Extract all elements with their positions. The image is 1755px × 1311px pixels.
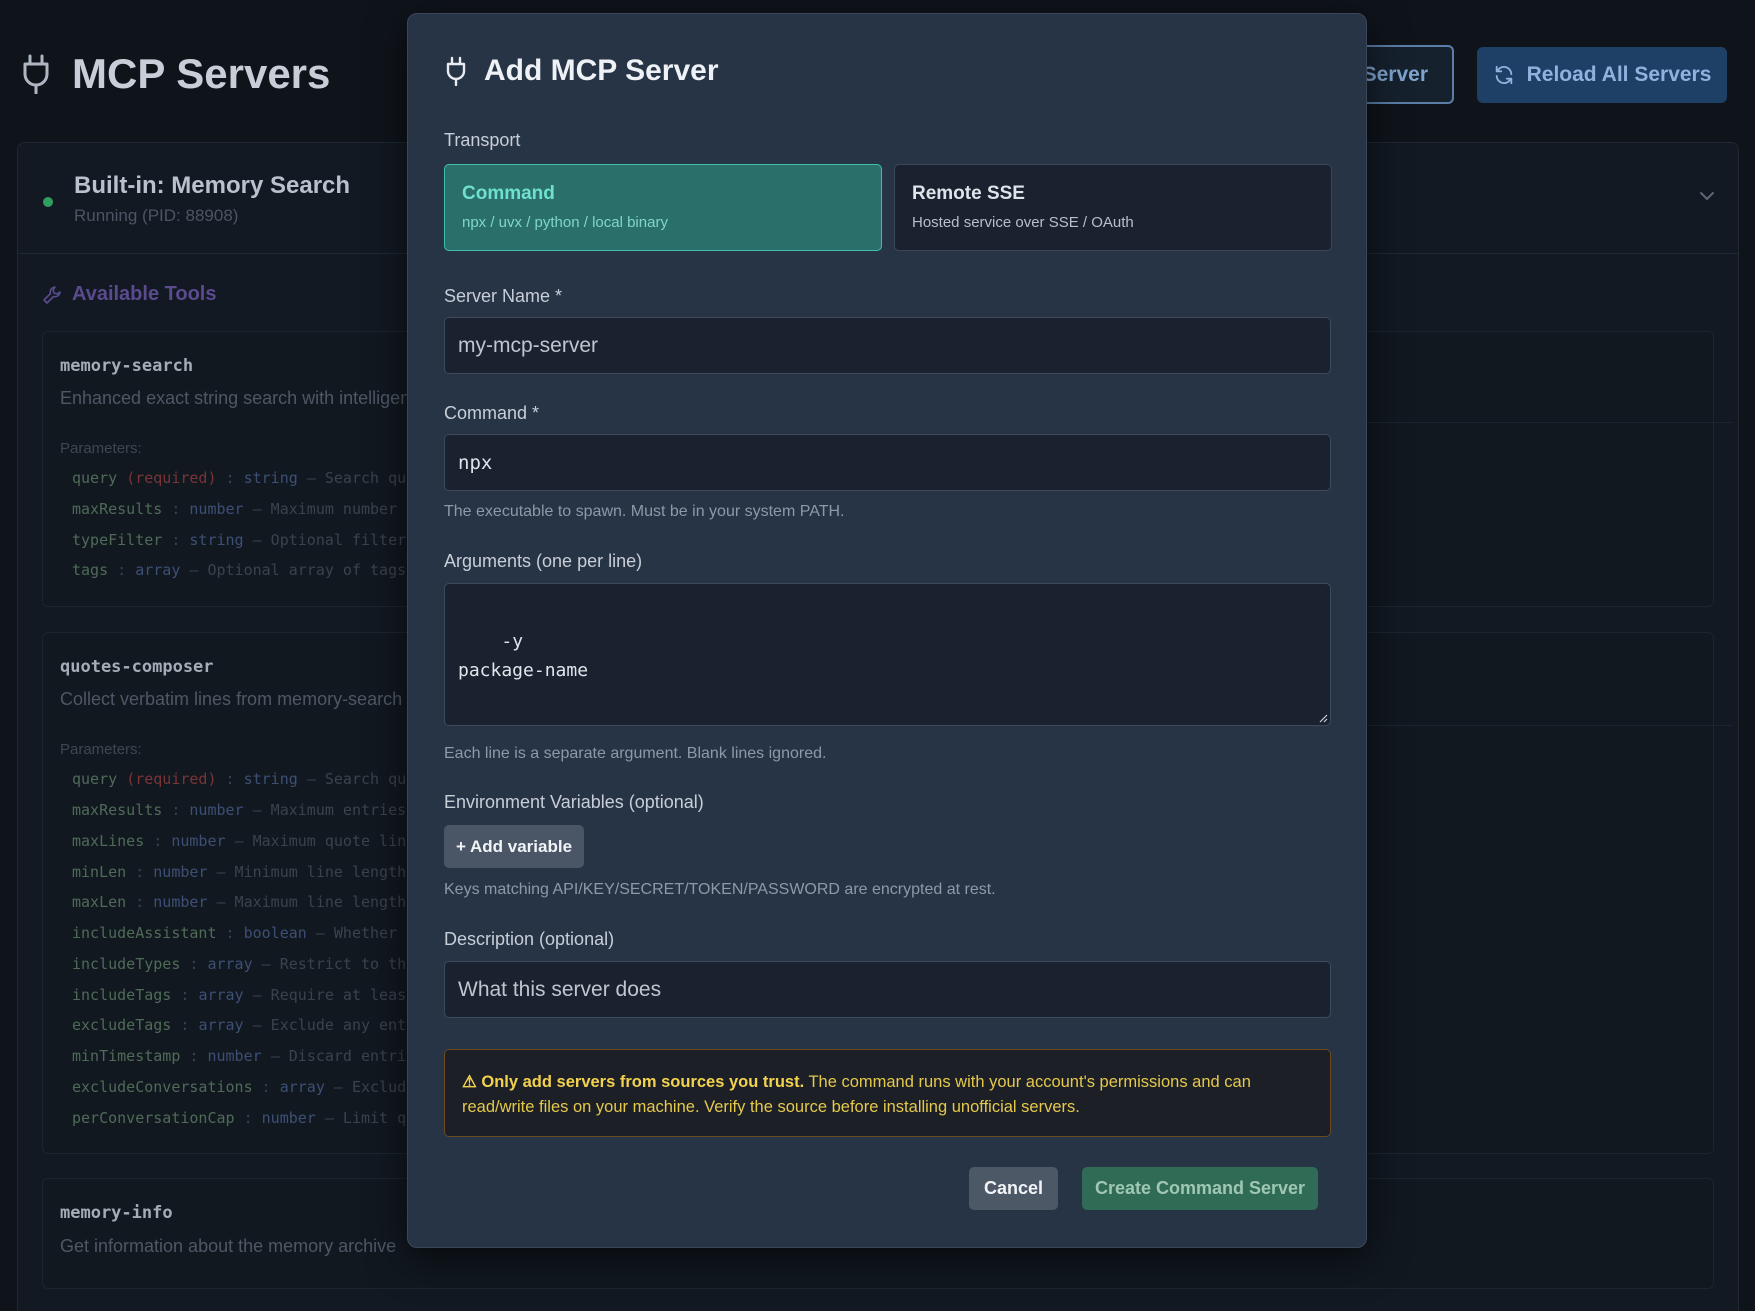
transport-option-command[interactable]: Command npx / uvx / python / local binar… bbox=[444, 164, 882, 251]
server-name-input[interactable]: my-mcp-server bbox=[444, 317, 1331, 374]
command-input[interactable]: npx bbox=[444, 434, 1331, 491]
add-mcp-server-modal: Add MCP Server Transport Command npx / u… bbox=[407, 13, 1367, 1248]
modal-title: Add MCP Server bbox=[446, 54, 719, 88]
transport-label: Transport bbox=[444, 130, 521, 150]
arguments-label: Arguments (one per line) bbox=[444, 551, 643, 571]
cancel-button[interactable]: Cancel bbox=[969, 1167, 1058, 1210]
arguments-hint: Each line is a separate argument. Blank … bbox=[444, 745, 827, 762]
command-label: Command * bbox=[444, 403, 540, 423]
transport-option-remote-sse[interactable]: Remote SSE Hosted service over SSE / OAu… bbox=[894, 164, 1332, 251]
command-hint: The executable to spawn. Must be in your… bbox=[444, 503, 845, 520]
option-subtitle: npx / uvx / python / local binary bbox=[462, 214, 668, 231]
server-name-label: Server Name * bbox=[444, 286, 563, 306]
description-input[interactable]: What this server does bbox=[444, 961, 1331, 1018]
option-subtitle: Hosted service over SSE / OAuth bbox=[912, 214, 1134, 231]
trust-warning: ⚠ Only add servers from sources you trus… bbox=[444, 1049, 1331, 1137]
arguments-value: -y package-name bbox=[458, 631, 589, 681]
modal-title-text: Add MCP Server bbox=[484, 54, 719, 87]
description-label: Description (optional) bbox=[444, 929, 615, 949]
add-variable-button[interactable]: + Add variable bbox=[444, 825, 584, 868]
resize-grip-icon[interactable] bbox=[1318, 713, 1328, 723]
env-hint: Keys matching API/KEY/SECRET/TOKEN/PASSW… bbox=[444, 881, 996, 898]
env-label: Environment Variables (optional) bbox=[444, 792, 704, 812]
option-title: Command bbox=[462, 183, 555, 204]
warning-bold: ⚠ Only add servers from sources you trus… bbox=[462, 1073, 805, 1091]
create-command-server-button[interactable]: Create Command Server bbox=[1082, 1167, 1318, 1210]
option-title: Remote SSE bbox=[912, 183, 1025, 204]
arguments-textarea[interactable]: -y package-name bbox=[444, 583, 1331, 726]
plug-icon bbox=[446, 56, 466, 86]
